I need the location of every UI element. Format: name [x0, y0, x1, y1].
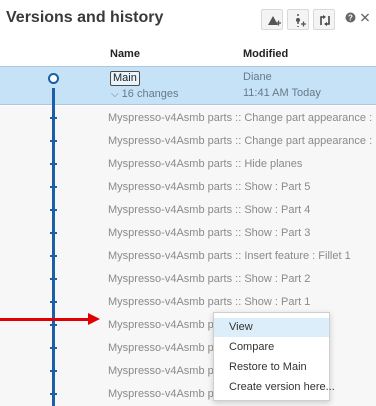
add-branch-button[interactable] [287, 9, 309, 30]
menu-item-create-version[interactable]: Create version here... [214, 378, 335, 397]
changes-count: 16 changes [121, 88, 179, 100]
annotation-arrow-shaft [0, 318, 89, 321]
menu-item-compare[interactable]: Compare [214, 338, 329, 357]
compare-button[interactable] [313, 9, 335, 30]
timeline-tick [50, 278, 57, 280]
add-branch-icon [296, 14, 306, 27]
timeline-tick [50, 117, 57, 119]
timeline-tick [50, 232, 57, 234]
history-row[interactable]: Myspresso-v4Asmb parts :: Show : Part 4 [108, 201, 376, 219]
timeline-tick [50, 324, 57, 326]
selected-version-row[interactable] [0, 66, 376, 105]
panel-header: Versions and history ? [0, 0, 376, 40]
menu-item-restore[interactable]: Restore to Main [214, 358, 329, 377]
modified-time: 11:41 AM Today [243, 87, 321, 99]
history-row[interactable]: Myspresso-v4Asmb parts :: Show : Part 2 [108, 270, 376, 288]
timeline-line [52, 88, 55, 406]
help-icon[interactable]: ? [345, 12, 356, 23]
timeline-tick [50, 370, 57, 372]
column-header-modified[interactable]: Modified [243, 48, 288, 60]
close-icon[interactable] [360, 12, 370, 23]
history-row[interactable]: Myspresso-v4Asmb parts :: Insert feature… [108, 247, 376, 265]
history-row[interactable]: Myspresso-v4Asmb parts :: Change part ap… [108, 109, 376, 127]
create-version-button[interactable] [261, 9, 283, 30]
changes-toggle[interactable]: ⌵ 16 changes [111, 88, 179, 100]
svg-text:?: ? [348, 14, 353, 23]
timeline-tick [50, 186, 57, 188]
timeline-tick [50, 163, 57, 165]
history-row[interactable]: Myspresso-v4Asmb parts :: Show : Part 3 [108, 224, 376, 242]
context-menu: View Compare Restore to Main Create vers… [213, 312, 335, 401]
history-row[interactable]: Myspresso-v4Asmb parts :: Change part ap… [108, 132, 376, 150]
timeline-tick [50, 255, 57, 257]
history-row[interactable]: Myspresso-v4Asmb parts :: Show : Part 1 [108, 293, 376, 311]
timeline-tick [50, 393, 57, 395]
column-header-name[interactable]: Name [110, 48, 140, 60]
timeline-tick [50, 140, 57, 142]
timeline-tick [50, 347, 57, 349]
chevron-down-icon: ⌵ [111, 89, 119, 100]
branch-name-main[interactable]: Main [110, 71, 140, 86]
timeline-tick [50, 209, 57, 211]
main-branch-node-icon [48, 73, 59, 84]
modified-by: Diane [243, 71, 272, 83]
annotation-arrow-icon [88, 313, 100, 325]
menu-item-view[interactable]: View [214, 318, 329, 337]
create-version-icon [268, 16, 281, 26]
panel-title: Versions and history [6, 9, 164, 26]
history-row[interactable]: Myspresso-v4Asmb parts :: Show : Part 5 [108, 178, 376, 196]
compare-icon [320, 15, 330, 26]
history-row[interactable]: Myspresso-v4Asmb parts :: Hide planes [108, 155, 376, 173]
timeline-tick [50, 301, 57, 303]
